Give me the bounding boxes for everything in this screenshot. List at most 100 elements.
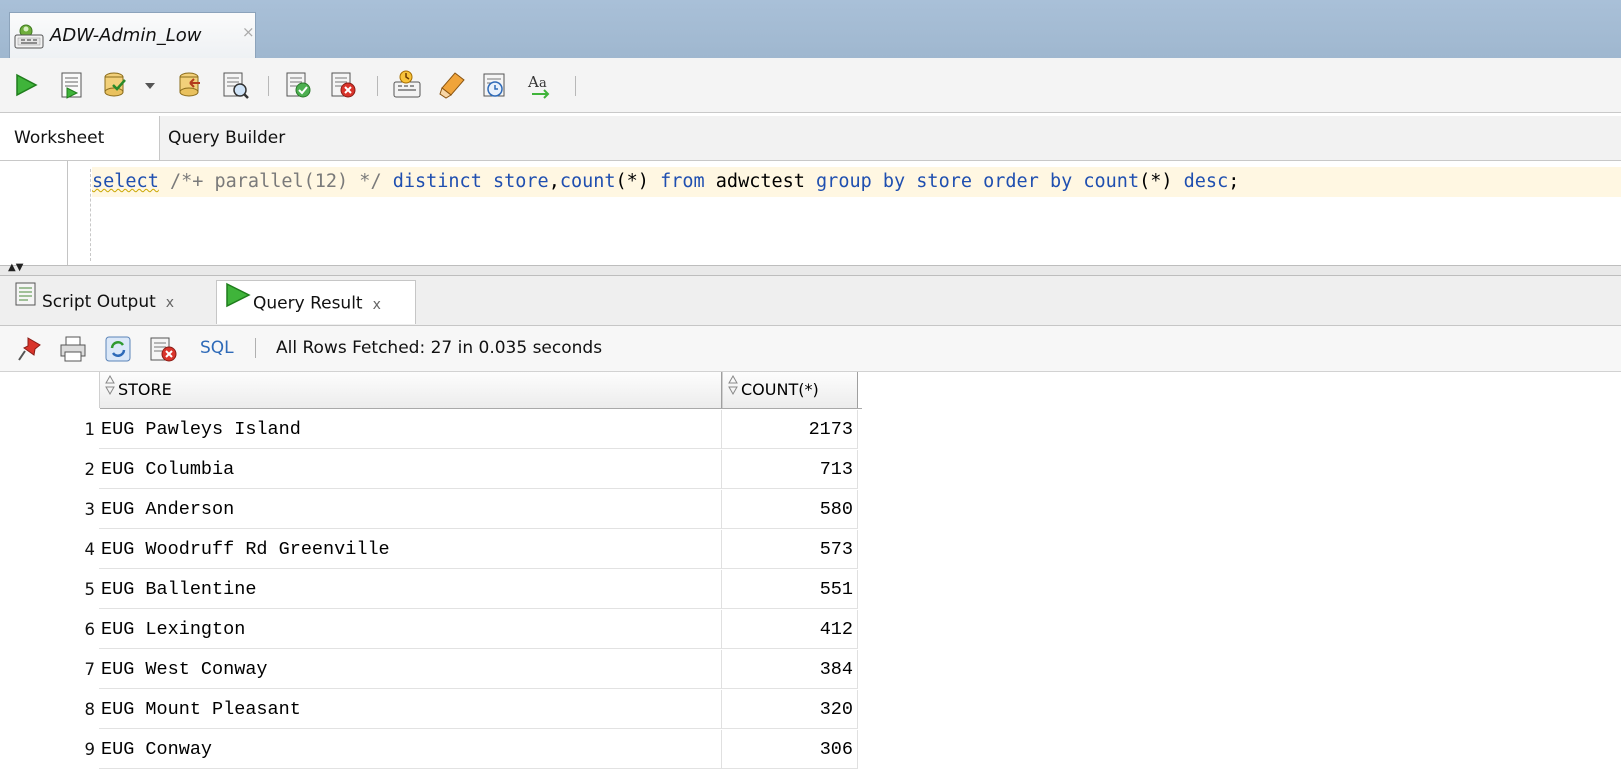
cell-count[interactable]: 580 [722, 490, 858, 529]
cell-store[interactable]: EUG Anderson [99, 490, 722, 529]
script-output-icon [14, 280, 38, 324]
cell-store[interactable]: EUG Ballentine [99, 570, 722, 609]
cell-count[interactable]: 384 [722, 650, 858, 689]
tab-query-builder[interactable]: Query Builder [168, 116, 328, 160]
cell-store[interactable]: EUG Woodruff Rd Greenville [99, 530, 722, 569]
row-number: 5 [84, 580, 96, 599]
sql-statement-line[interactable]: select /*+ parallel(12) */ distinct stor… [92, 167, 1621, 197]
column-header-count[interactable]: COUNT(*) [722, 372, 858, 408]
cancel-query-icon[interactable] [149, 335, 177, 363]
rollback-icon[interactable] [176, 70, 206, 100]
close-query-result-icon[interactable]: x [373, 297, 381, 313]
cell-count[interactable]: 2173 [722, 410, 858, 449]
table-row[interactable]: 4 EUG Woodruff Rd Greenville 573 [0, 530, 862, 570]
cell-store[interactable]: EUG Conway [99, 730, 722, 769]
svg-text:a: a [539, 76, 547, 91]
editor-gutter [0, 161, 68, 265]
tab-script-output[interactable]: Script Output x [14, 280, 214, 324]
format-icon[interactable]: Aa [526, 70, 556, 100]
explain-plan-icon[interactable] [220, 70, 250, 100]
autotrace-icon[interactable] [283, 70, 313, 100]
toolbar-separator [268, 76, 269, 96]
sql-keyword: count [559, 171, 616, 192]
cell-count[interactable]: 713 [722, 450, 858, 489]
table-row[interactable]: 2 EUG Columbia 713 [0, 450, 862, 490]
column-header-store[interactable]: STORE [99, 372, 722, 408]
row-number-header [0, 372, 100, 409]
sql-keyword: count [1083, 171, 1140, 192]
document-tab-title: ADW-Admin_Low [50, 25, 202, 46]
sql-comment: /*+ parallel(12) */ [158, 171, 393, 192]
close-script-output-icon[interactable]: x [166, 295, 174, 311]
column-header-store-label: STORE [118, 380, 172, 399]
tab-query-result-label: Query Result [253, 293, 363, 314]
table-row[interactable]: 3 EUG Anderson 580 [0, 490, 862, 530]
run-script-icon[interactable] [57, 70, 87, 100]
row-number: 9 [84, 740, 96, 759]
refresh-icon[interactable] [104, 335, 132, 363]
row-number: 3 [84, 500, 96, 519]
svg-text:A: A [527, 73, 539, 91]
cell-count[interactable]: 320 [722, 690, 858, 729]
cell-store[interactable]: EUG Mount Pleasant [99, 690, 722, 729]
sql-token: , [548, 171, 560, 192]
cell-count[interactable]: 551 [722, 570, 858, 609]
table-row[interactable]: 7 EUG West Conway 384 [0, 650, 862, 690]
clear-icon[interactable] [437, 70, 467, 100]
sql-editor[interactable]: select /*+ parallel(12) */ distinct stor… [0, 161, 1621, 265]
cell-store[interactable]: EUG Columbia [99, 450, 722, 489]
cell-count[interactable]: 573 [722, 530, 858, 569]
sort-icon[interactable] [104, 373, 116, 409]
splitter-arrows-icon[interactable]: ▲▼ [8, 263, 23, 273]
row-number: 8 [84, 700, 96, 719]
commit-icon[interactable] [101, 70, 131, 100]
cell-count[interactable]: 412 [722, 610, 858, 649]
cell-count[interactable]: 306 [722, 730, 858, 769]
tab-worksheet[interactable]: Worksheet [0, 116, 160, 160]
document-tab[interactable]: ADW-Admin_Low × [9, 12, 256, 58]
sql-connection-icon [14, 23, 46, 53]
pane-splitter[interactable]: ▲▼ [0, 263, 1621, 276]
toolbar-separator [377, 76, 378, 96]
table-row[interactable]: 1 EUG Pawleys Island 2173 [0, 410, 862, 450]
sql-keyword: store [492, 171, 549, 192]
sql-monitor-icon[interactable] [480, 70, 510, 100]
toolbar-separator [575, 76, 576, 96]
table-row[interactable]: 5 EUG Ballentine 551 [0, 570, 862, 610]
table-row[interactable]: 8 EUG Mount Pleasant 320 [0, 690, 862, 730]
sql-token: ; [1228, 171, 1240, 192]
row-number: 7 [84, 660, 96, 679]
run-statement-icon[interactable] [11, 70, 41, 100]
sql-link[interactable]: SQL [200, 338, 234, 358]
sql-token: (*) [615, 171, 661, 192]
row-number: 4 [84, 540, 96, 559]
sql-keyword: desc [1183, 171, 1229, 192]
print-icon[interactable] [59, 335, 87, 363]
column-header-count-label: COUNT(*) [741, 380, 819, 399]
document-tab-close-icon[interactable]: × [242, 23, 255, 41]
table-row[interactable]: 9 EUG Conway 306 [0, 730, 862, 770]
sql-token: (*) [1139, 171, 1184, 192]
toolbar-separator [255, 338, 256, 358]
sql-history-icon[interactable] [392, 70, 422, 100]
fold-guide [90, 169, 91, 261]
table-row[interactable]: 6 EUG Lexington 412 [0, 610, 862, 650]
pin-icon[interactable] [16, 335, 44, 363]
document-tab-strip: ADW-Admin_Low × [0, 0, 1621, 58]
sql-keyword: select [92, 171, 159, 192]
cell-store[interactable]: EUG Pawleys Island [99, 410, 722, 449]
tab-query-result[interactable]: Query Result x [216, 280, 416, 324]
fetch-status-text: All Rows Fetched: 27 in 0.035 seconds [276, 338, 603, 358]
cell-store[interactable]: EUG Lexington [99, 610, 722, 649]
dropdown-arrow-icon[interactable] [143, 70, 157, 100]
sql-tuning-icon[interactable] [328, 70, 358, 100]
row-number: 1 [84, 420, 96, 439]
worksheet-toolbar: Aa [0, 58, 1621, 113]
cell-store[interactable]: EUG West Conway [99, 650, 722, 689]
sort-icon[interactable] [727, 373, 739, 409]
worksheet-tabs: Worksheet Query Builder [0, 116, 1621, 161]
grid-header: STORE COUNT(*) [0, 372, 862, 409]
tab-script-output-label: Script Output [42, 292, 156, 312]
